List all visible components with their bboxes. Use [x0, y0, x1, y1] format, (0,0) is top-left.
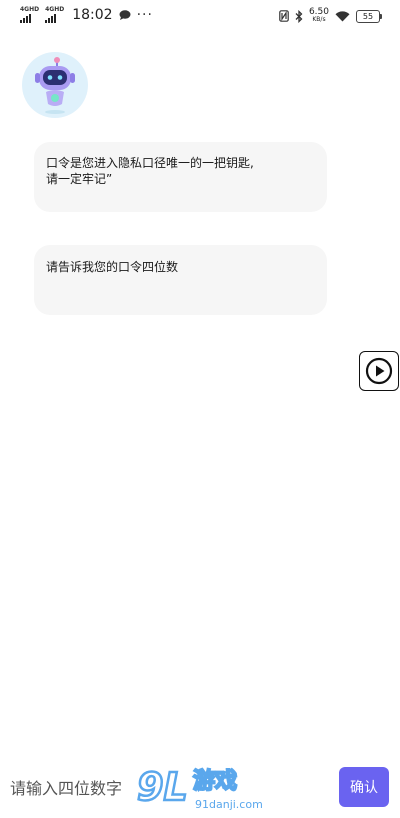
watermark-brand: 游戏: [193, 768, 237, 794]
signal-2: 4GHD: [45, 7, 64, 23]
robot-avatar: [22, 52, 88, 118]
chat-message-line: 口令是您进入隐私口径唯一的一把钥匙,: [46, 156, 254, 170]
status-bar-right: 6.50 KB/s 55: [279, 8, 382, 24]
signal-bars-icon: [20, 13, 31, 23]
robot-icon: [35, 57, 75, 114]
status-bar: 4GHD 4GHD 18:02 ··· 6.50 KB/s 55: [0, 0, 400, 32]
chat-message-line: 请告诉我您的口令四位数: [46, 260, 179, 274]
watermark-site: 91danji.com: [195, 798, 263, 811]
chat-message-line: 请一定牢记”: [46, 172, 113, 186]
chat-message: 口令是您进入隐私口径唯一的一把钥匙, 请一定牢记”: [34, 142, 327, 212]
watermark-logo-text: 9L: [137, 765, 188, 809]
net-speed-value: 6.50: [308, 7, 329, 17]
signal-1: 4GHD: [20, 7, 39, 23]
net-speed: 6.50 KB/s: [309, 8, 329, 24]
battery-icon: 55: [356, 9, 382, 23]
play-icon: [365, 357, 393, 385]
watermark-icon: 9L 游戏 91danji.com: [136, 764, 263, 811]
bluetooth-icon: [295, 9, 303, 23]
status-time: 18:02: [72, 7, 113, 23]
wifi-icon: [335, 10, 350, 21]
chat-message: 请告诉我您的口令四位数: [34, 245, 327, 315]
battery-level: 55: [362, 11, 374, 21]
confirm-button[interactable]: 确认: [339, 767, 389, 807]
watermark-logo: 9L 游戏 91danji.com: [135, 764, 270, 814]
status-bar-left: 4GHD 4GHD 18:02 ···: [20, 7, 153, 23]
signal-bars-icon: [45, 13, 57, 23]
message-icon: [119, 10, 131, 20]
more-notifications: ···: [136, 7, 153, 23]
nfc-icon: [279, 10, 289, 22]
input-bar: 9L 游戏 91danji.com 确认: [0, 760, 400, 816]
play-button[interactable]: [359, 351, 399, 391]
net-speed-unit: KB/s: [312, 16, 326, 23]
